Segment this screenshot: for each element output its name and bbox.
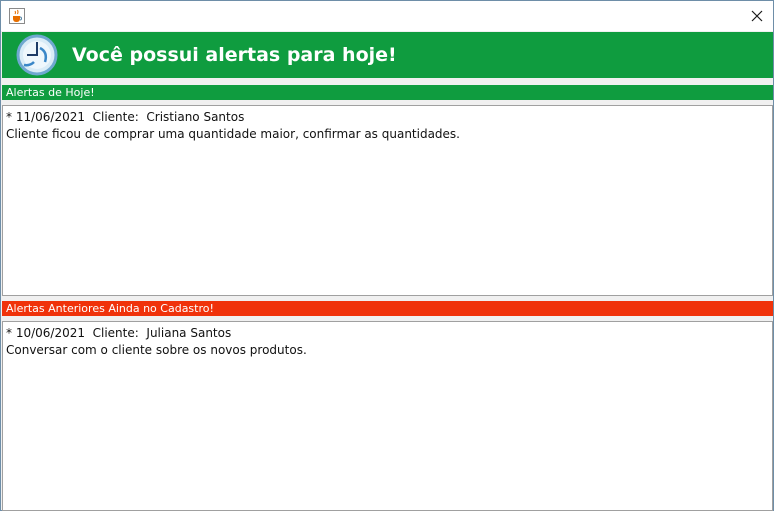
- alert-banner: Você possui alertas para hoje!: [2, 32, 773, 78]
- close-icon: [751, 7, 763, 26]
- today-alerts-text-area[interactable]: * 11/06/2021 Cliente: Cristiano Santos C…: [2, 105, 773, 296]
- alert-entry-line: * 11/06/2021 Cliente: Cristiano Santos: [6, 110, 245, 124]
- title-bar: [1, 1, 773, 31]
- alerts-window: Você possui alertas para hoje! Alertas d…: [0, 0, 774, 511]
- alert-message-line: Cliente ficou de comprar uma quantidade …: [6, 127, 460, 141]
- java-cup-icon: [9, 8, 25, 24]
- clock-icon: [14, 32, 60, 78]
- previous-alerts-header: Alertas Anteriores Ainda no Cadastro!: [2, 301, 773, 316]
- alert-entry-line: * 10/06/2021 Cliente: Juliana Santos: [6, 326, 232, 340]
- close-button[interactable]: [741, 1, 773, 31]
- banner-title: Você possui alertas para hoje!: [72, 44, 397, 66]
- previous-alerts-text-area[interactable]: * 10/06/2021 Cliente: Juliana Santos Con…: [2, 321, 773, 511]
- alert-message-line: Conversar com o cliente sobre os novos p…: [6, 343, 307, 357]
- today-alerts-header: Alertas de Hoje!: [2, 85, 773, 100]
